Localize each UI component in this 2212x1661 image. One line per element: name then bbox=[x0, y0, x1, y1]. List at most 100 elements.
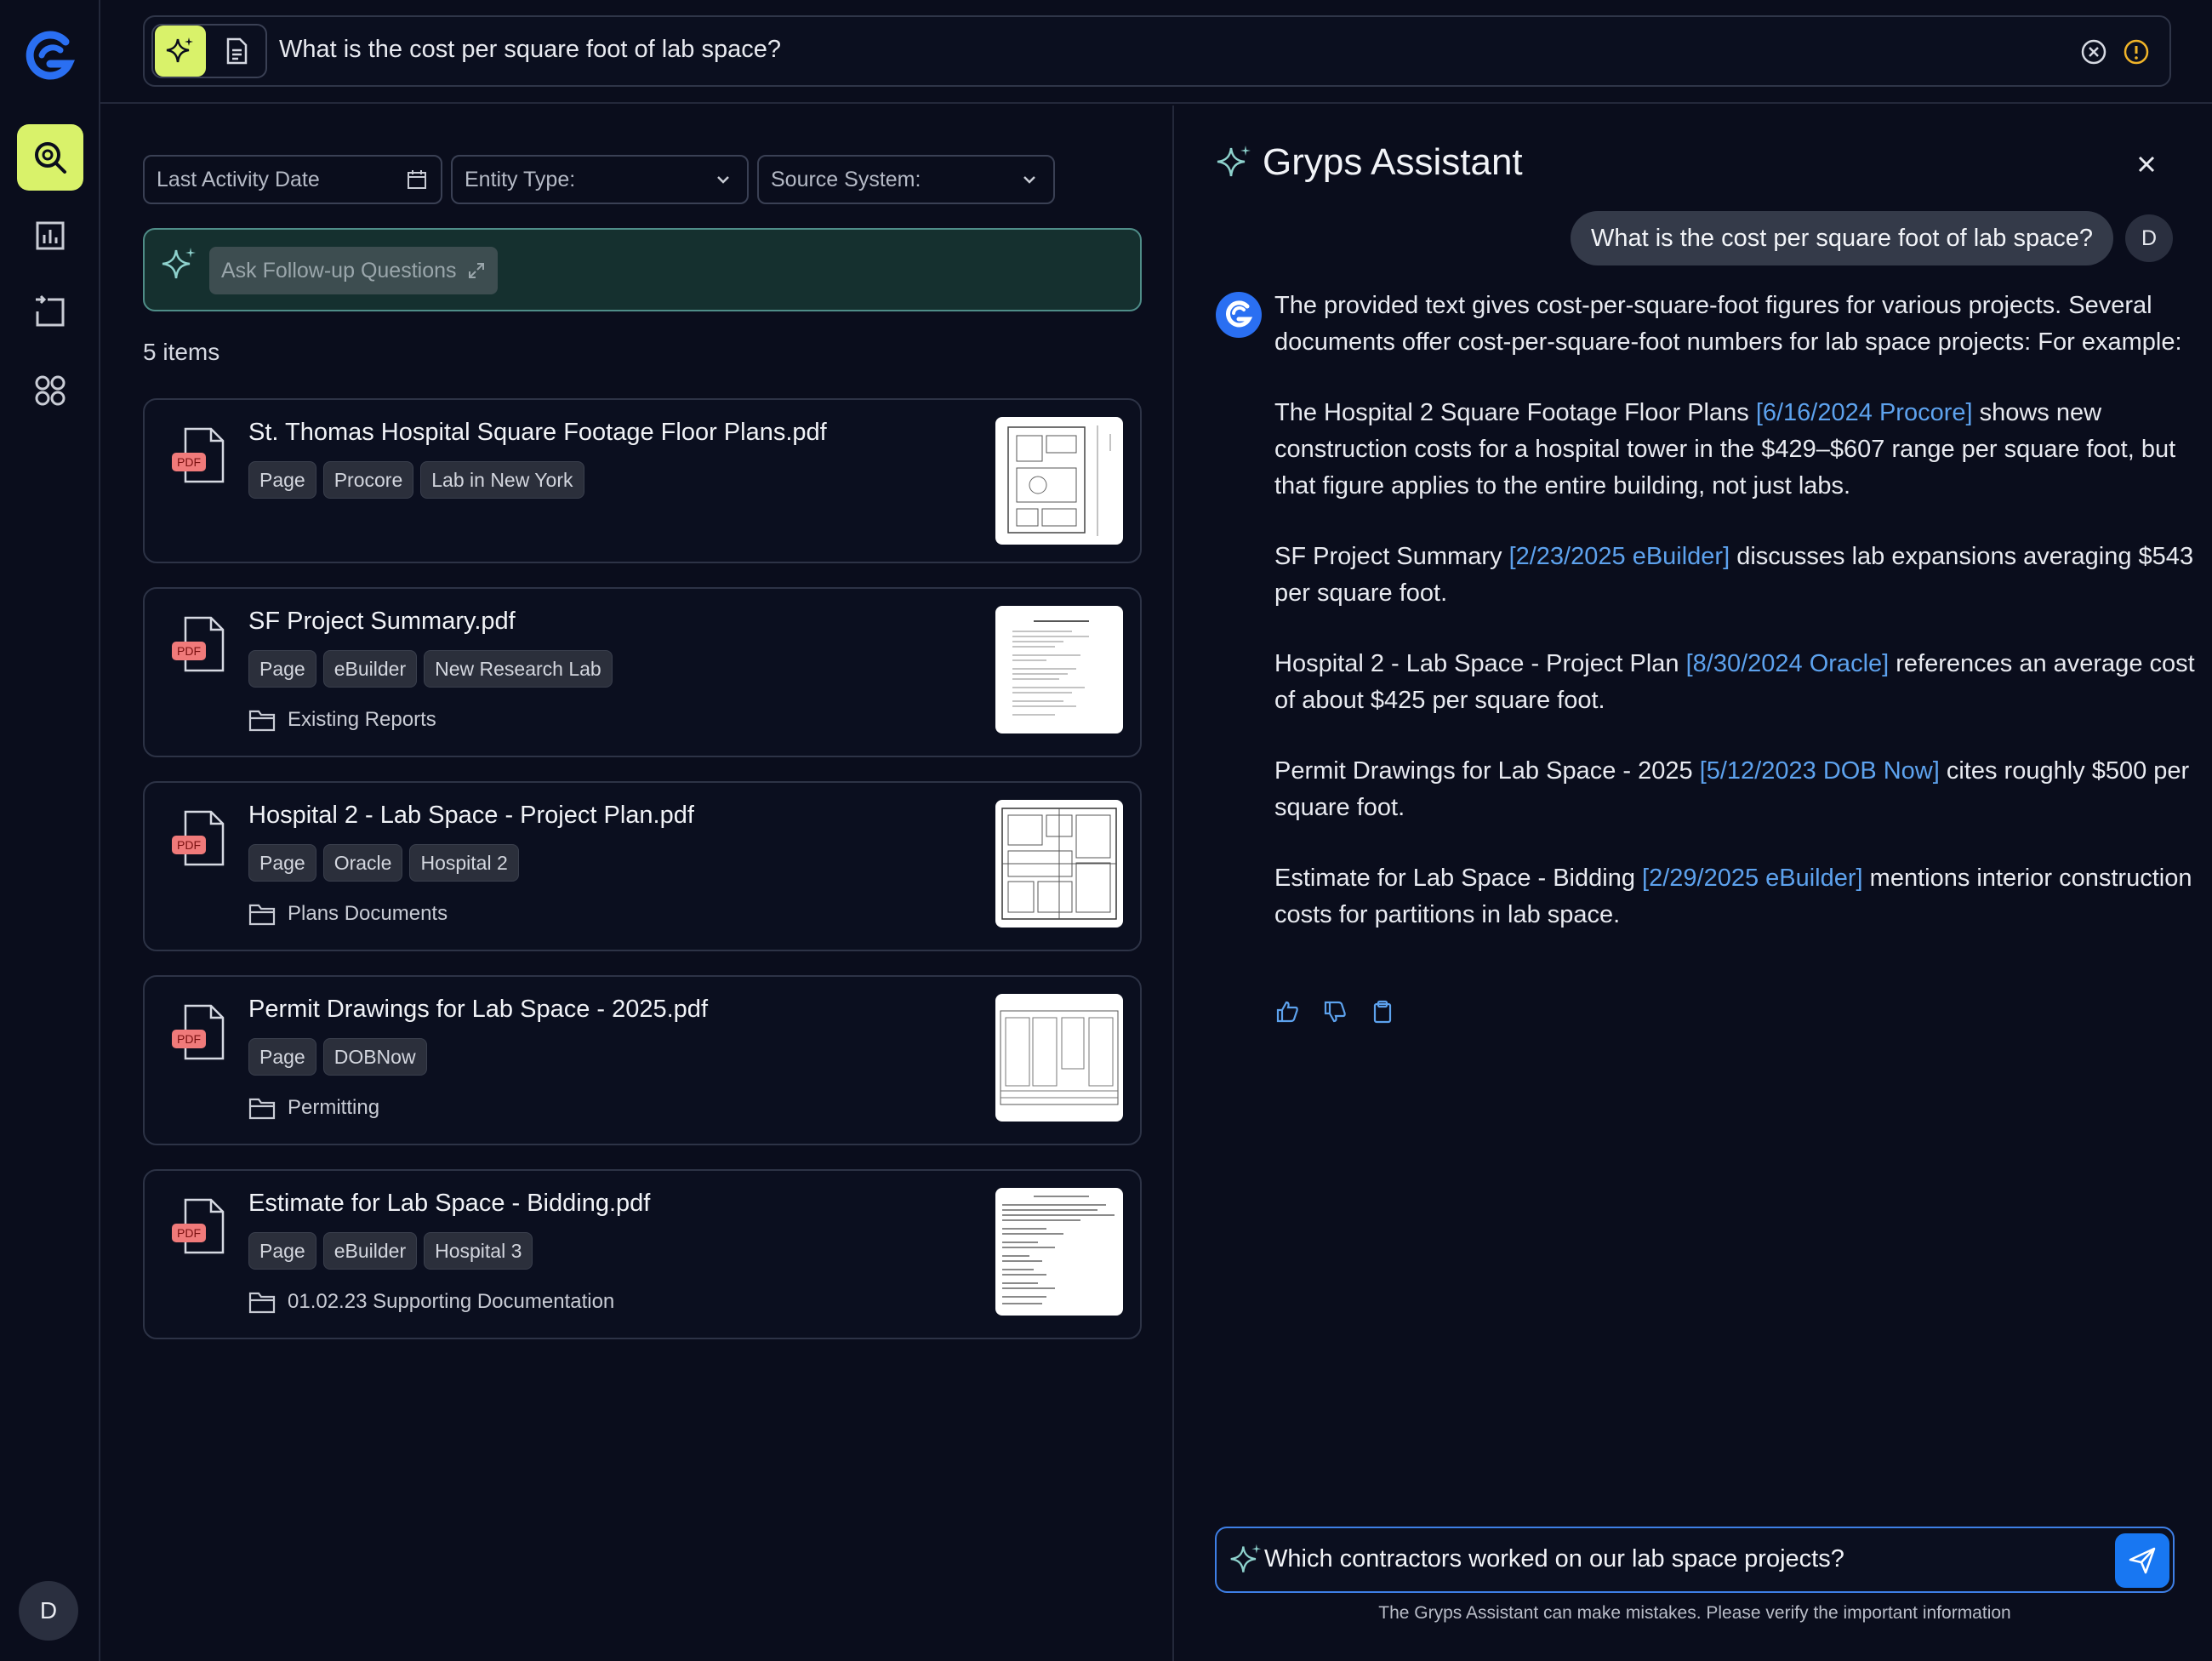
folder-label: Existing Reports bbox=[288, 708, 436, 731]
thumbs-down-icon[interactable] bbox=[1322, 999, 1348, 1025]
user-avatar: D bbox=[2125, 214, 2173, 262]
text-page-thumbnail bbox=[1012, 620, 1089, 716]
tag[interactable]: Lab in New York bbox=[420, 461, 584, 499]
citation-link[interactable]: [8/30/2024 Oracle] bbox=[1686, 650, 1890, 677]
chat-input-box[interactable]: Which contractors worked on our lab spac… bbox=[1215, 1527, 2175, 1593]
result-title[interactable]: Estimate for Lab Space - Bidding.pdf bbox=[248, 1190, 650, 1218]
feedback-actions bbox=[1274, 999, 1395, 1025]
tag-list: Page DOBNow bbox=[248, 1038, 427, 1076]
tag[interactable]: eBuilder bbox=[322, 650, 418, 688]
result-card[interactable]: PDF St. Thomas Hospital Square Footage F… bbox=[143, 398, 1142, 563]
send-button[interactable] bbox=[2115, 1533, 2169, 1588]
sparkle-icon bbox=[1230, 1544, 1262, 1573]
folder-path[interactable]: Plans Documents bbox=[248, 902, 448, 926]
disclaimer-text: The Gryps Assistant can make mistakes. P… bbox=[1378, 1603, 2011, 1623]
folder-label: 01.02.23 Supporting Documentation bbox=[288, 1290, 615, 1313]
entity-type-filter[interactable]: Entity Type: bbox=[451, 155, 749, 204]
svg-text:PDF: PDF bbox=[177, 455, 201, 469]
search-input[interactable]: What is the cost per square foot of lab … bbox=[279, 36, 781, 64]
answer-intro: The provided text gives cost-per-square-… bbox=[1274, 292, 2182, 356]
search-mode-toggle bbox=[151, 24, 267, 78]
assistant-panel: Gryps Assistant What is the cost per squ… bbox=[1174, 106, 2212, 1661]
result-title[interactable]: Hospital 2 - Lab Space - Project Plan.pd… bbox=[248, 802, 694, 830]
pdf-file-icon: PDF bbox=[172, 616, 225, 672]
pdf-file-icon: PDF bbox=[172, 1198, 225, 1254]
results-count: 5 items bbox=[143, 339, 220, 365]
nav-search-button[interactable] bbox=[17, 124, 83, 191]
chart-icon bbox=[36, 221, 65, 250]
import-icon bbox=[36, 294, 65, 327]
result-card[interactable]: PDF Hospital 2 - Lab Space - Project Pla… bbox=[143, 781, 1142, 951]
tag[interactable]: Page bbox=[248, 461, 316, 499]
citation-link[interactable]: [2/23/2025 eBuilder] bbox=[1509, 543, 1730, 570]
top-search-bar: What is the cost per square foot of lab … bbox=[100, 0, 2212, 104]
folder-icon bbox=[248, 904, 276, 926]
tag[interactable]: eBuilder bbox=[322, 1232, 418, 1270]
thumbs-up-icon[interactable] bbox=[1274, 999, 1300, 1025]
nav-apps-button[interactable] bbox=[17, 357, 83, 424]
tag[interactable]: Hospital 3 bbox=[424, 1232, 533, 1270]
folder-label: Plans Documents bbox=[288, 902, 448, 925]
folder-path[interactable]: Permitting bbox=[248, 1096, 379, 1120]
ask-follow-up-button[interactable]: Ask Follow-up Questions bbox=[209, 247, 498, 294]
pdf-file-icon: PDF bbox=[172, 427, 225, 483]
result-card[interactable]: PDF Estimate for Lab Space - Bidding.pdf… bbox=[143, 1169, 1142, 1339]
clear-search-icon[interactable] bbox=[2079, 37, 2108, 66]
chevron-down-icon bbox=[717, 176, 729, 184]
tag[interactable]: Oracle bbox=[322, 844, 403, 882]
tag[interactable]: Page bbox=[248, 1232, 316, 1270]
ai-mode-button[interactable] bbox=[155, 26, 206, 77]
close-icon[interactable] bbox=[2132, 150, 2161, 179]
tag[interactable]: Page bbox=[248, 650, 316, 688]
document-thumbnail[interactable] bbox=[995, 606, 1123, 733]
document-thumbnail[interactable] bbox=[995, 417, 1123, 545]
document-thumbnail[interactable] bbox=[995, 800, 1123, 928]
result-title[interactable]: St. Thomas Hospital Square Footage Floor… bbox=[248, 419, 827, 447]
result-card[interactable]: PDF SF Project Summary.pdf Page eBuilder… bbox=[143, 587, 1142, 757]
assistant-answer: The provided text gives cost-per-square-… bbox=[1274, 288, 2202, 967]
chat-input[interactable]: Which contractors worked on our lab spac… bbox=[1264, 1545, 1844, 1573]
tag[interactable]: Hospital 2 bbox=[409, 844, 519, 882]
result-title[interactable]: Permit Drawings for Lab Space - 2025.pdf bbox=[248, 996, 708, 1024]
tag[interactable]: DOBNow bbox=[322, 1038, 427, 1076]
document-mode-button[interactable] bbox=[211, 26, 262, 77]
citation-link[interactable]: [2/29/2025 eBuilder] bbox=[1642, 865, 1863, 892]
folder-path[interactable]: 01.02.23 Supporting Documentation bbox=[248, 1290, 614, 1314]
document-thumbnail[interactable] bbox=[995, 1188, 1123, 1316]
gryps-logo[interactable] bbox=[23, 30, 77, 84]
calendar-icon bbox=[408, 170, 426, 189]
svg-text:PDF: PDF bbox=[177, 644, 201, 658]
tag[interactable]: Procore bbox=[322, 461, 414, 499]
last-activity-date-filter[interactable]: Last Activity Date bbox=[143, 155, 442, 204]
answer-paragraph: SF Project Summary [2/23/2025 eBuilder] … bbox=[1274, 543, 2194, 607]
user-avatar[interactable]: D bbox=[19, 1581, 78, 1641]
folder-path[interactable]: Existing Reports bbox=[248, 708, 436, 732]
follow-up-bar: Ask Follow-up Questions bbox=[143, 228, 1142, 311]
result-card[interactable]: PDF Permit Drawings for Lab Space - 2025… bbox=[143, 975, 1142, 1145]
pdf-file-icon: PDF bbox=[172, 1004, 225, 1060]
citation-link[interactable]: [6/16/2024 Procore] bbox=[1756, 399, 1973, 426]
answer-paragraph: Permit Drawings for Lab Space - 2025 [5/… bbox=[1274, 757, 2190, 821]
tag[interactable]: Page bbox=[248, 844, 316, 882]
tag-list: Page eBuilder Hospital 3 bbox=[248, 1232, 533, 1270]
search-box[interactable]: What is the cost per square foot of lab … bbox=[143, 15, 2171, 87]
source-system-filter[interactable]: Source System: bbox=[757, 155, 1055, 204]
tag[interactable]: New Research Lab bbox=[424, 650, 613, 688]
document-thumbnail[interactable] bbox=[995, 994, 1123, 1122]
follow-up-label: Ask Follow-up Questions bbox=[221, 258, 457, 283]
warning-icon[interactable] bbox=[2122, 37, 2151, 66]
nav-reports-button[interactable] bbox=[17, 203, 83, 269]
citation-link[interactable]: [5/12/2023 DOB Now] bbox=[1700, 757, 1940, 785]
pdf-file-icon: PDF bbox=[172, 810, 225, 866]
folder-label: Permitting bbox=[288, 1096, 380, 1119]
search-icon bbox=[35, 142, 66, 174]
send-icon bbox=[2129, 1547, 2156, 1574]
nav-import-button[interactable] bbox=[17, 279, 83, 345]
tag[interactable]: Page bbox=[248, 1038, 316, 1076]
result-title[interactable]: SF Project Summary.pdf bbox=[248, 608, 516, 636]
svg-text:PDF: PDF bbox=[177, 1226, 201, 1240]
folder-icon bbox=[248, 1292, 276, 1314]
copy-clipboard-icon[interactable] bbox=[1370, 999, 1395, 1025]
sidebar: D bbox=[0, 0, 100, 1661]
drawing-sheet-thumbnail bbox=[1000, 1010, 1119, 1105]
